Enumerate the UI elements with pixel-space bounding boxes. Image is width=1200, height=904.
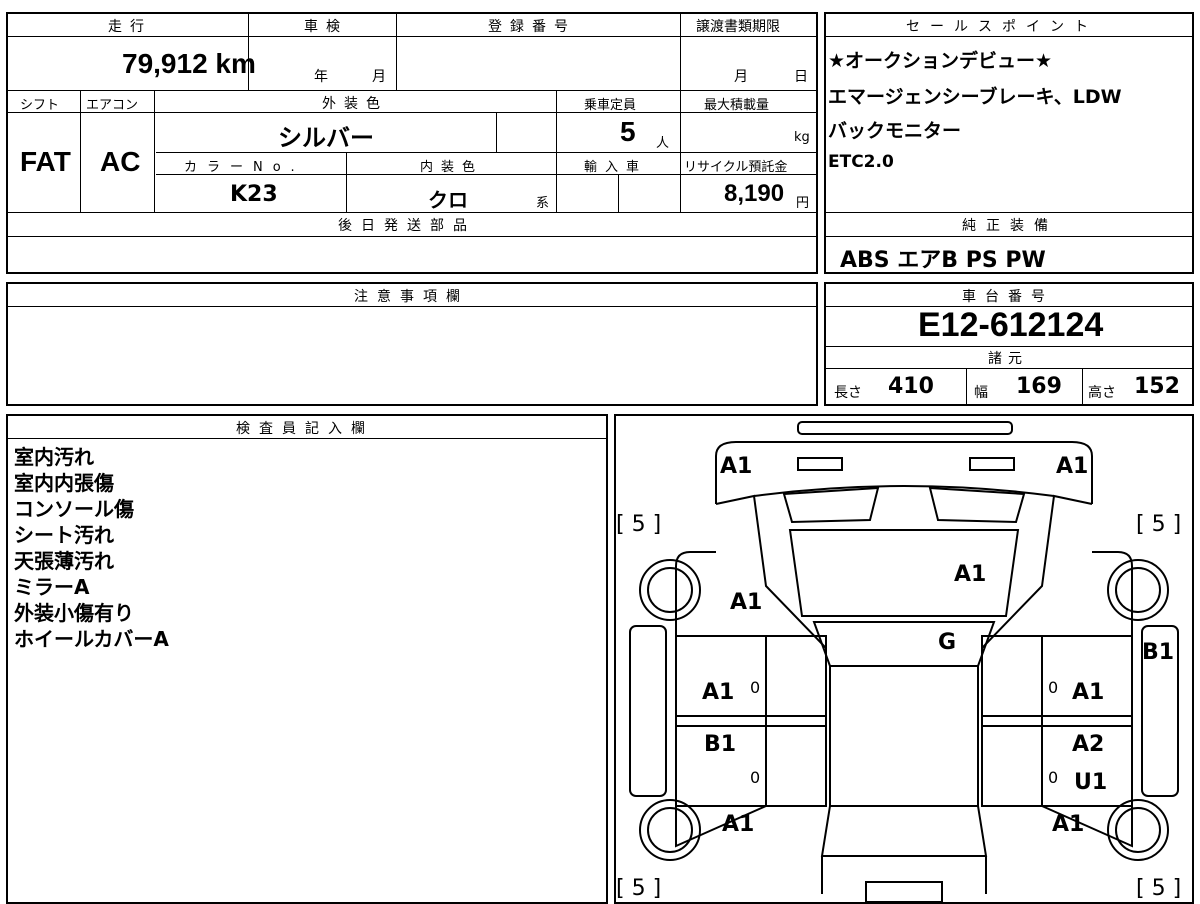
- recycle-label: リサイクル預託金: [684, 160, 788, 175]
- mark-front-left: A1: [720, 454, 753, 479]
- transfer-deadline-label: 譲渡書類期限: [696, 19, 780, 35]
- mark-right-rear-door-2: U1: [1074, 770, 1108, 795]
- mark-left-rear-fender: A1: [722, 812, 755, 837]
- ac-label: エアコン: [86, 98, 139, 113]
- recycle-value: 8,190: [724, 180, 785, 207]
- vehicle-info-grid: 走行 車検 登録番号 譲渡書類期限 79,912 km 年 月 月 日 シフト …: [6, 12, 818, 274]
- color-no-value: K23: [230, 182, 278, 207]
- mark-zero: 0: [750, 678, 761, 697]
- mark-left-fender: A1: [730, 590, 763, 615]
- interior-color-value: クロ: [428, 188, 468, 212]
- sales-point-line: エマージェンシーブレーキ、LDW: [828, 86, 1122, 108]
- width-value: 169: [1016, 374, 1062, 399]
- recycle-unit: 円: [796, 196, 810, 211]
- list-item: シート汚れ: [14, 523, 114, 547]
- shift-value: FAT: [20, 146, 71, 177]
- color-no-label: カラーNo.: [184, 160, 305, 175]
- sales-points-title: セールスポイント: [906, 19, 1098, 35]
- capacity-label: 乗車定員: [584, 98, 637, 113]
- capacity-unit: 人: [656, 136, 670, 151]
- ac-value: AC: [100, 146, 141, 177]
- import-label: 輸入車: [584, 160, 648, 175]
- height-label: 高さ: [1088, 385, 1116, 401]
- list-item: 天張薄汚れ: [14, 549, 114, 573]
- notes-title: 注意事項欄: [354, 289, 469, 305]
- inspection-label: 車検: [304, 19, 348, 35]
- mark-right-side: B1: [1142, 640, 1175, 665]
- mark-windshield: G: [938, 630, 957, 655]
- interior-color-suffix: 系: [536, 196, 550, 211]
- capacity-value: 5: [620, 116, 636, 147]
- specs-title: 諸元: [988, 351, 1028, 367]
- mark-left-front-door: A1: [702, 680, 735, 705]
- mark-zero: 0: [1048, 768, 1059, 787]
- height-value: 152: [1134, 374, 1180, 399]
- sales-point-line: ★オークションデビュー★: [828, 50, 1053, 72]
- equipment-title: 純正装備: [962, 218, 1058, 234]
- list-item: 室内内張傷: [14, 471, 114, 495]
- exterior-color-value: シルバー: [278, 124, 374, 152]
- interior-color-label: 内装色: [420, 160, 484, 175]
- mark-left-rear-door: B1: [704, 732, 737, 757]
- mark-right-rear-door-1: A2: [1072, 732, 1105, 757]
- mileage-value: 79,912 km: [122, 48, 256, 79]
- chassis-panel: 車台番号 E12-612124 諸元 長さ 410 幅 169 高さ 152: [824, 282, 1194, 406]
- shift-label: シフト: [20, 98, 60, 113]
- list-item: ホイールカバーA: [14, 627, 169, 651]
- sales-point-line: バックモニター: [828, 120, 962, 142]
- width-label: 幅: [974, 385, 988, 401]
- mark-front-right: A1: [1056, 454, 1089, 479]
- sales-points-panel: セールスポイント ★オークションデビュー★ エマージェンシーブレーキ、LDW バ…: [824, 12, 1194, 274]
- list-item: コンソール傷: [14, 497, 134, 521]
- max-load-label: 最大積載量: [704, 98, 770, 113]
- list-item: ミラーA: [14, 575, 90, 599]
- notes-panel: 注意事項欄: [6, 282, 818, 406]
- mark-hood: A1: [954, 562, 987, 587]
- inspector-list: 室内汚れ 室内内張傷 コンソール傷 シート汚れ 天張薄汚れ ミラーA 外装小傷有…: [14, 444, 169, 652]
- exterior-color-label: 外装色: [322, 96, 388, 112]
- tyre-mark-front-right: [ 5 ]: [1136, 512, 1182, 537]
- mileage-label: 走行: [108, 19, 152, 35]
- mark-right-front-door: A1: [1072, 680, 1105, 705]
- length-value: 410: [888, 374, 934, 399]
- tyre-mark-rear-right: [ 5 ]: [1136, 876, 1182, 901]
- inspection-month-unit: 月: [372, 69, 386, 85]
- max-load-unit: kg: [794, 130, 810, 145]
- length-label: 長さ: [834, 385, 862, 401]
- tyre-mark-rear-left: [ 5 ]: [616, 876, 662, 901]
- transfer-day-unit: 日: [794, 69, 808, 85]
- equipment-value: ABS エアB PS PW: [840, 248, 1046, 273]
- registration-label: 登録番号: [488, 19, 576, 35]
- inspector-title: 検査員記入欄: [236, 421, 374, 437]
- chassis-title: 車台番号: [962, 289, 1054, 305]
- sales-point-line: ETC2.0: [828, 152, 894, 172]
- inspector-panel: 検査員記入欄 室内汚れ 室内内張傷 コンソール傷 シート汚れ 天張薄汚れ ミラー…: [6, 414, 608, 904]
- chassis-value: E12-612124: [918, 306, 1104, 344]
- mark-right-rear-fender: A1: [1052, 812, 1085, 837]
- tyre-mark-front-left: [ 5 ]: [616, 512, 662, 537]
- list-item: 外装小傷有り: [14, 601, 134, 625]
- car-diagram-panel: [ 5 ] [ 5 ] [ 5 ] [ 5 ] A1 A1 A1 A1 G B1…: [614, 414, 1194, 904]
- inspection-year-unit: 年: [314, 69, 328, 85]
- list-item: 室内汚れ: [14, 445, 94, 469]
- later-parts-label: 後日発送部品: [338, 218, 476, 234]
- mark-zero: 0: [750, 768, 761, 787]
- car-outline-diagram: [629, 421, 1179, 902]
- mark-zero: 0: [1048, 678, 1059, 697]
- transfer-month-unit: 月: [734, 69, 748, 85]
